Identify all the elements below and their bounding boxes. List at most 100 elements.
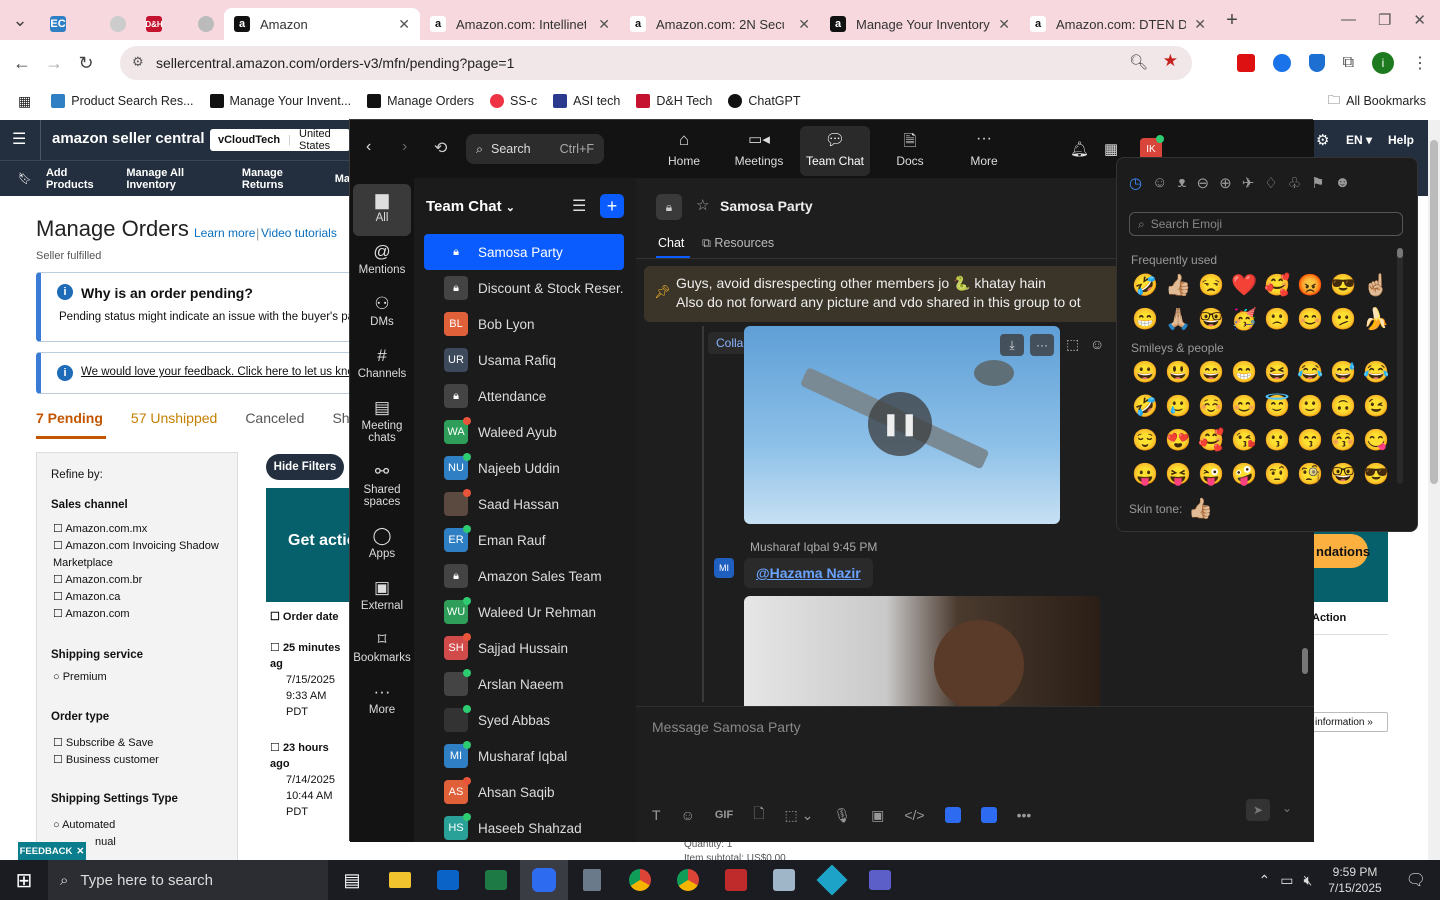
nav-manage-returns[interactable]: Manage Returns: [242, 167, 321, 191]
close-tab-icon[interactable]: ✕: [390, 16, 410, 33]
flag-category-icon[interactable]: ⚑: [1311, 174, 1324, 192]
image-attachment[interactable]: [744, 596, 1100, 706]
chat-list-item[interactable]: WA Waleed Ayub: [424, 414, 624, 450]
calendar-icon[interactable]: ▦: [1104, 140, 1118, 158]
emoji-button[interactable]: 😃: [1162, 358, 1195, 388]
add-reaction-icon[interactable]: ☺: [1090, 336, 1104, 352]
nav-docs[interactable]: 🗎︎ Docs: [880, 130, 940, 174]
rail-all[interactable]: ▆ All: [353, 184, 411, 236]
page-scrollbar[interactable]: [1428, 120, 1440, 860]
chat-scrollbar-thumb[interactable]: [1302, 648, 1308, 674]
network-icon[interactable]: ▭: [1280, 872, 1293, 889]
pinned-tab[interactable]: [188, 8, 224, 40]
gif-button[interactable]: GIF: [715, 809, 733, 821]
premium-radio[interactable]: ○ Premium: [53, 671, 107, 683]
help-link[interactable]: Help: [1388, 133, 1414, 147]
emoji-button[interactable]: 😉: [1360, 392, 1393, 422]
pinned-tab[interactable]: EC: [40, 8, 100, 40]
emoji-button[interactable]: ❤️: [1228, 271, 1261, 301]
emoji-search-input[interactable]: ⌕ Search Emoji: [1129, 212, 1403, 236]
emoji-button[interactable]: 😋: [1360, 426, 1393, 456]
emoji-button[interactable]: 😎: [1360, 460, 1393, 486]
rail-apps[interactable]: ◯ Apps: [353, 520, 411, 572]
star-icon[interactable]: ☆: [696, 196, 709, 214]
smiley-category-icon[interactable]: ☺: [1152, 174, 1167, 192]
pinned-message[interactable]: 📌︎ Guys, avoid disrespecting other membe…: [644, 266, 1124, 322]
text-format-icon[interactable]: T: [652, 807, 661, 823]
chat-list-item[interactable]: ER Eman Rauf: [424, 522, 624, 558]
zoom-search-icon[interactable]: 🔍︎: [1129, 53, 1148, 71]
reply-icon[interactable]: ⬚: [1066, 336, 1079, 353]
more-options-icon[interactable]: ···: [1030, 334, 1054, 356]
close-icon[interactable]: ✕: [76, 846, 84, 857]
mention-link[interactable]: @Hazama Nazir: [744, 558, 873, 588]
emoji-scrollbar-thumb[interactable]: [1397, 248, 1403, 258]
chat-list-item[interactable]: HS Haseeb Shahzad: [424, 810, 624, 846]
chat-list-item[interactable]: 🔒︎ Attendance: [424, 378, 624, 414]
emoji-button[interactable]: 🍌: [1360, 305, 1393, 335]
emoji-button[interactable]: 😁: [1228, 358, 1261, 388]
new-chat-plus-icon[interactable]: +: [600, 194, 624, 218]
hide-filters-button[interactable]: Hide Filters: [266, 454, 344, 480]
tray-chevron-up-icon[interactable]: ⌃: [1259, 872, 1271, 889]
emoji-button[interactable]: 😊: [1294, 305, 1327, 335]
more-icon[interactable]: •••: [1017, 807, 1032, 823]
download-icon[interactable]: ⤓: [1000, 334, 1024, 356]
animal-category-icon[interactable]: ᴥ: [1177, 174, 1186, 192]
emoji-button[interactable]: 🥰: [1195, 426, 1228, 456]
tab-canceled[interactable]: Canceled: [245, 410, 304, 426]
bookmark-item[interactable]: Product Search Res...: [51, 94, 194, 108]
more-information-button[interactable]: information »: [1306, 712, 1388, 732]
chat-list-item[interactable]: 🔒︎ Amazon Sales Team: [424, 558, 624, 594]
channel-checkbox[interactable]: ☐ Amazon.com.br: [53, 572, 223, 589]
tab-more[interactable]: Sh: [332, 410, 349, 426]
pinned-tab[interactable]: [100, 8, 136, 40]
zoom-search-box[interactable]: ⌕ Search Ctrl+F: [466, 134, 604, 164]
emoji-button[interactable]: 👍🏼: [1162, 271, 1195, 301]
emoji-button[interactable]: 😎: [1327, 271, 1360, 301]
filter-icon[interactable]: ☰: [572, 196, 586, 216]
rail-dms[interactable]: ⚇ DMs: [353, 288, 411, 340]
rail-more[interactable]: ··· More: [353, 676, 411, 728]
emoji-button[interactable]: 🙁: [1261, 305, 1294, 335]
rail-external[interactable]: ▣ External: [353, 572, 411, 624]
app-icon[interactable]: [944, 807, 961, 823]
chat-list-item[interactable]: Saad Hassan: [424, 486, 624, 522]
rail-mentions[interactable]: @ Mentions: [353, 236, 411, 288]
emoji-button[interactable]: 😘: [1228, 426, 1261, 456]
notifications-bell-icon[interactable]: 🔔︎: [1070, 140, 1089, 158]
emoji-button[interactable]: 🥳: [1228, 305, 1261, 335]
food-category-icon[interactable]: ⊖: [1197, 174, 1210, 192]
nav-meetings[interactable]: ▭◂ Meetings: [724, 130, 794, 174]
emoji-button[interactable]: 😜: [1195, 460, 1228, 486]
chat-list-item[interactable]: NU Najeeb Uddin: [424, 450, 624, 486]
video-message-icon[interactable]: ▣: [871, 807, 884, 824]
forward-icon[interactable]: →: [38, 47, 70, 79]
emoji-button[interactable]: 😅: [1327, 358, 1360, 388]
learn-more-link[interactable]: Learn more: [194, 226, 255, 240]
objects-category-icon[interactable]: ♢: [1264, 174, 1277, 192]
emoji-button[interactable]: 🙂: [1294, 392, 1327, 422]
pinned-tab[interactable]: D&H: [136, 8, 188, 40]
bookmark-item[interactable]: SS-c: [490, 94, 537, 108]
close-tab-icon[interactable]: ✕: [590, 16, 610, 33]
tab-amazon[interactable]: a Amazon ✕: [224, 8, 420, 40]
close-tab-icon[interactable]: ✕: [1186, 16, 1206, 33]
forward-arrow-icon[interactable]: ›: [402, 138, 407, 156]
tab-chat[interactable]: Chat: [658, 236, 684, 250]
row-checkbox[interactable]: ☐: [270, 742, 280, 754]
nav-more[interactable]: Ma: [335, 173, 350, 185]
app-icon[interactable]: [760, 860, 808, 900]
windows-start-icon[interactable]: ⊞: [0, 860, 48, 900]
emoji-button[interactable]: 🤪: [1228, 460, 1261, 486]
tab-search-chevron-icon[interactable]: ⌄: [0, 4, 40, 36]
bookmark-nav-icon[interactable]: 🔖︎: [18, 172, 32, 185]
restore-icon[interactable]: ❐: [1378, 11, 1391, 29]
order-type-checkbox[interactable]: ☐ Subscribe & Save: [53, 735, 159, 752]
sports-category-icon[interactable]: ⊕: [1219, 174, 1232, 192]
emoji-button[interactable]: 🫤: [1327, 305, 1360, 335]
history-icon[interactable]: ⟲: [434, 138, 447, 158]
bookmark-item[interactable]: Manage Orders: [367, 94, 474, 108]
custom-emoji-icon[interactable]: ☻: [1335, 174, 1351, 192]
tab-amazon-dten[interactable]: a Amazon.com: DTEN D7 ✕: [1020, 8, 1216, 40]
